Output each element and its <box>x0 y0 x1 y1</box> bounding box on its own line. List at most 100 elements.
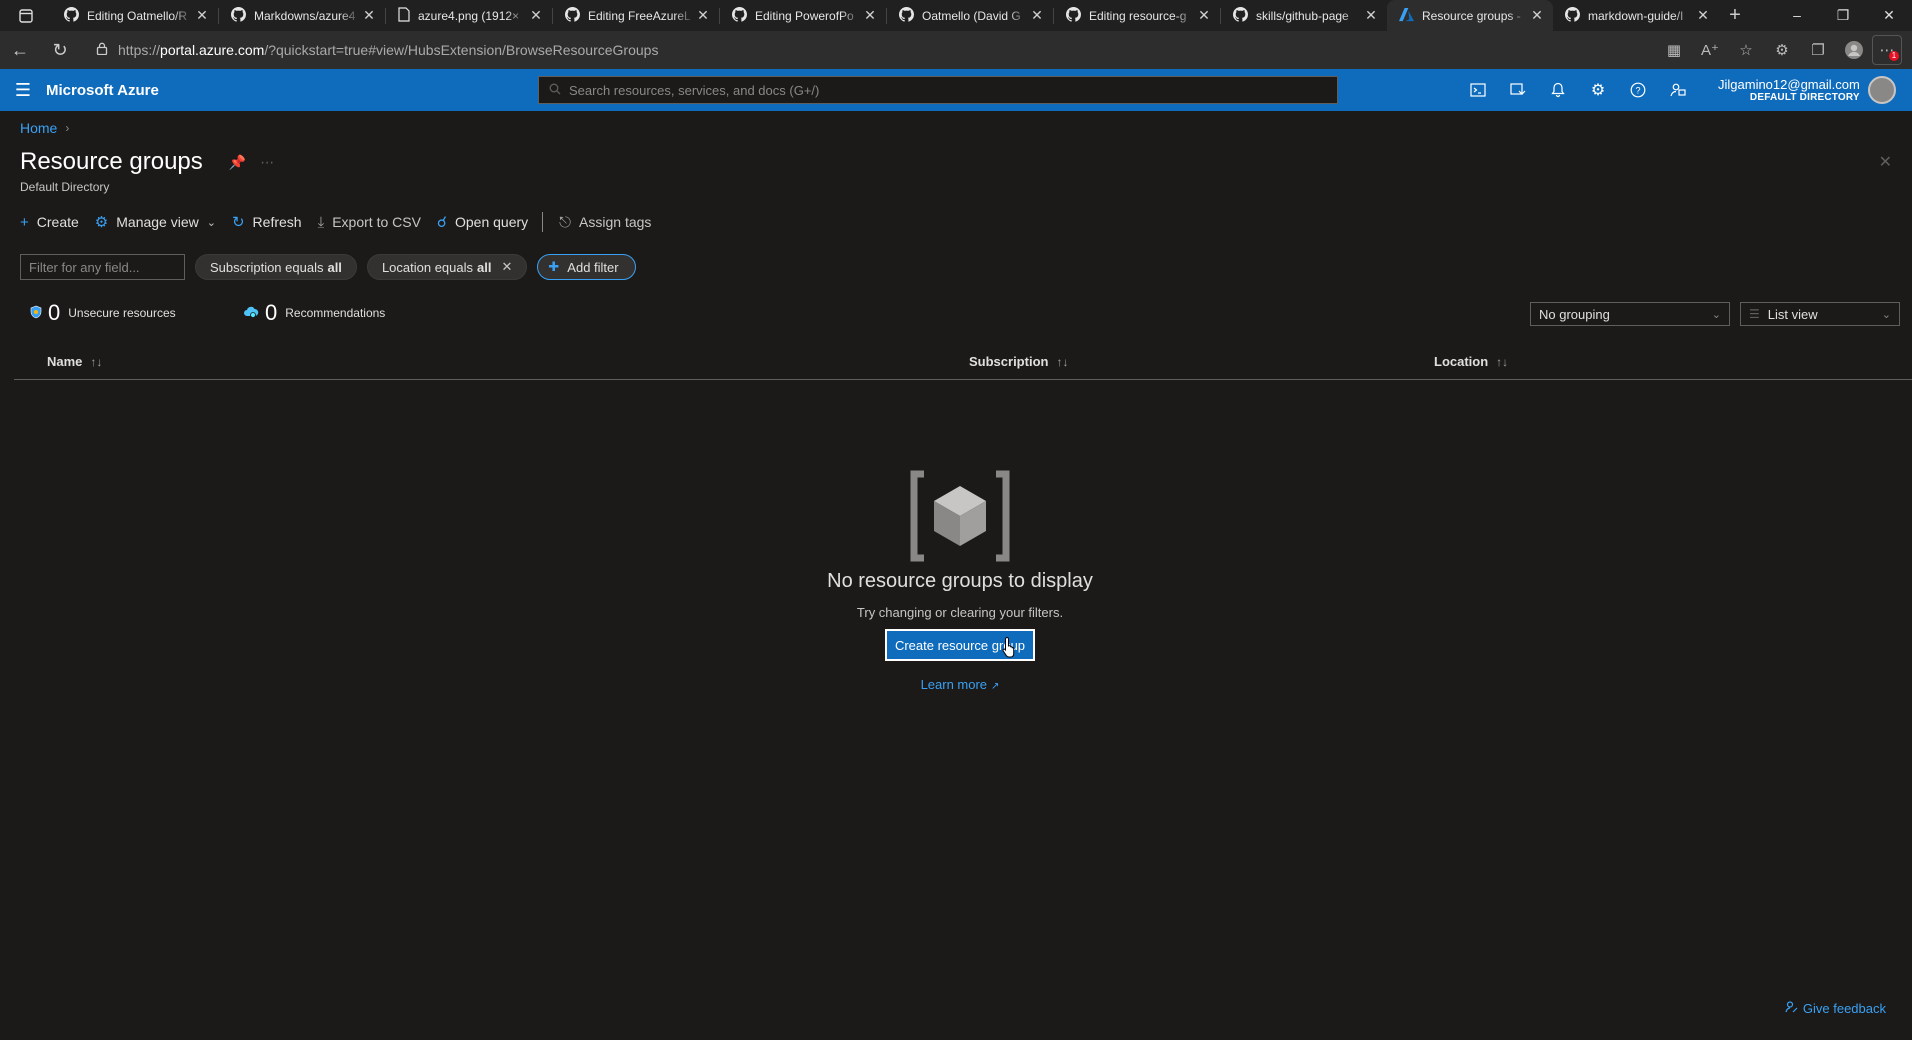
tab-actions-icon[interactable] <box>0 0 52 31</box>
app-available-icon[interactable]: ▦ <box>1656 35 1692 65</box>
grouping-value: No grouping <box>1539 306 1610 322</box>
browser-tab[interactable]: Editing PowerofPo ✕ <box>720 0 886 31</box>
subscription-filter-label: Subscription equals <box>210 259 324 275</box>
tab-close-icon[interactable]: ✕ <box>695 7 711 24</box>
minimize-button[interactable]: – <box>1774 7 1820 24</box>
refresh-icon: ↻ <box>231 214 245 231</box>
directory-filter-icon[interactable] <box>1498 69 1538 111</box>
search-icon <box>549 83 561 98</box>
open-query-label: Open query <box>455 214 529 230</box>
profile-icon[interactable] <box>1836 35 1872 65</box>
browser-tab[interactable]: Markdowns/azure4 ✕ <box>219 0 385 31</box>
azure-brand[interactable]: Microsoft Azure <box>24 82 538 99</box>
cloud-shell-icon[interactable] <box>1458 69 1498 111</box>
give-feedback-label: Give feedback <box>1802 1001 1886 1016</box>
export-csv-button[interactable]: ⤓ Export to CSV <box>318 214 421 231</box>
more-options-icon[interactable]: ⋯ <box>260 154 274 171</box>
browser-tab-title: Editing Oatmello/R <box>87 8 188 23</box>
column-name-header[interactable]: Name ↑↓ <box>47 354 102 369</box>
view-mode-dropdown[interactable]: ☰ List view ⌄ <box>1740 302 1900 326</box>
tab-close-icon[interactable]: ✕ <box>1363 7 1379 24</box>
browser-tab[interactable]: Oatmello (David G ✕ <box>887 0 1053 31</box>
browser-tab[interactable]: azure4.png (1912× ✕ <box>386 0 552 31</box>
query-icon: ☌ <box>436 214 447 231</box>
column-subscription-header[interactable]: Subscription ↑↓ <box>969 354 1068 369</box>
tab-close-icon[interactable]: ✕ <box>528 7 544 24</box>
notification-badge: 1 <box>1889 51 1899 61</box>
create-button[interactable]: + Create <box>20 214 79 231</box>
browser-tab[interactable]: Resource groups - ✕ <box>1387 0 1553 31</box>
help-icon[interactable]: ? <box>1618 69 1658 111</box>
browser-tab[interactable]: markdown-guide/I ✕ <box>1553 0 1719 31</box>
pin-icon[interactable]: 📌 <box>229 154 246 171</box>
add-filter-button[interactable]: ✚ Add filter <box>537 254 636 280</box>
filter-input[interactable]: Filter for any field... <box>20 254 185 280</box>
grouping-dropdown[interactable]: No grouping ⌄ <box>1530 302 1730 326</box>
global-search-input[interactable]: Search resources, services, and docs (G+… <box>538 76 1338 104</box>
github-icon <box>565 6 580 25</box>
settings-more-icon[interactable]: ⋯ 1 <box>1872 35 1902 65</box>
sort-icon: ↑↓ <box>1496 354 1509 369</box>
tab-close-icon[interactable]: ✕ <box>1196 7 1212 24</box>
recommendations-summary[interactable]: 0 Recommendations <box>243 300 456 326</box>
unsecure-resources-summary[interactable]: 0 Unsecure resources <box>30 300 243 326</box>
settings-gear-icon[interactable]: ⚙ <box>1578 69 1618 111</box>
restore-button[interactable]: ❐ <box>1820 7 1866 24</box>
close-window-button[interactable]: ✕ <box>1866 7 1912 24</box>
github-icon <box>231 6 246 25</box>
tab-close-icon[interactable]: ✕ <box>194 7 210 24</box>
notifications-bell-icon[interactable] <box>1538 69 1578 111</box>
tab-close-icon[interactable]: ✕ <box>1695 7 1711 24</box>
browser-tab[interactable]: skills/github-page ✕ <box>1221 0 1387 31</box>
remove-filter-icon[interactable]: ✕ <box>501 259 512 275</box>
sort-icon: ↑↓ <box>1056 354 1069 369</box>
browser-tab-title: Resource groups - <box>1422 8 1521 23</box>
account-info[interactable]: Jilgamino12@gmail.com DEFAULT DIRECTORY <box>1718 77 1860 103</box>
give-feedback-link[interactable]: Give feedback <box>1785 1000 1886 1017</box>
open-query-button[interactable]: ☌ Open query <box>437 213 528 231</box>
chevron-down-icon: ⌄ <box>206 216 216 229</box>
avatar[interactable] <box>1867 76 1896 104</box>
url-field[interactable]: https://portal.azure.com/?quickstart=tru… <box>86 36 1586 64</box>
collections-icon[interactable]: ❐ <box>1800 35 1836 65</box>
refresh-button[interactable]: ↻ Refresh <box>232 213 302 231</box>
download-icon: ⤓ <box>317 213 325 231</box>
column-location-header[interactable]: Location ↑↓ <box>1434 354 1508 369</box>
browser-tab[interactable]: Editing Oatmello/R ✕ <box>52 0 218 31</box>
favorite-star-icon[interactable]: ☆ <box>1728 35 1764 65</box>
github-icon <box>732 6 747 25</box>
new-tab-button[interactable]: + <box>1719 4 1751 27</box>
assign-tags-button[interactable]: ⎋ Assign tags <box>559 214 651 231</box>
read-aloud-icon[interactable]: A⁺ <box>1692 35 1728 65</box>
tab-close-icon[interactable]: ✕ <box>862 7 878 24</box>
url-prefix: https:// <box>118 42 161 58</box>
tag-icon: ⎋ <box>559 213 572 231</box>
url-path: /?quickstart=true#view/HubsExtension/Bro… <box>264 42 659 58</box>
location-filter-pill[interactable]: Location equals all ✕ <box>366 254 528 280</box>
assign-tags-label: Assign tags <box>579 214 652 230</box>
feedback-person-icon[interactable] <box>1658 69 1698 111</box>
browser-tab[interactable]: Editing FreeAzureL ✕ <box>553 0 719 31</box>
unsecure-label: Unsecure resources <box>68 306 176 320</box>
back-button[interactable]: ← <box>0 31 40 69</box>
svg-text:?: ? <box>1635 86 1640 96</box>
tab-close-icon[interactable]: ✕ <box>1529 7 1545 24</box>
reload-button[interactable]: ↻ <box>40 31 80 69</box>
tab-close-icon[interactable]: ✕ <box>1029 7 1045 24</box>
shield-icon <box>30 305 42 322</box>
tab-close-icon[interactable]: ✕ <box>361 7 377 24</box>
hand-cursor-icon <box>1002 636 1018 658</box>
learn-more-link[interactable]: Learn more ↗ <box>0 677 1912 692</box>
extensions-icon[interactable]: ⚙ <box>1764 35 1800 65</box>
manage-view-button[interactable]: ⚙ Manage view ⌄ <box>95 213 216 231</box>
breadcrumb-home-link[interactable]: Home <box>20 120 57 136</box>
browser-tab-title: markdown-guide/I <box>1588 8 1684 23</box>
github-icon <box>899 6 914 25</box>
chevron-down-icon: ⌄ <box>1881 308 1891 321</box>
plus-icon: + <box>20 213 29 231</box>
subscription-filter-pill[interactable]: Subscription equals all <box>195 254 357 280</box>
add-filter-icon: ✚ <box>548 259 560 274</box>
view-mode-value: List view <box>1767 306 1818 322</box>
browser-tab[interactable]: Editing resource-g ✕ <box>1054 0 1220 31</box>
close-icon[interactable]: ✕ <box>1879 152 1892 172</box>
